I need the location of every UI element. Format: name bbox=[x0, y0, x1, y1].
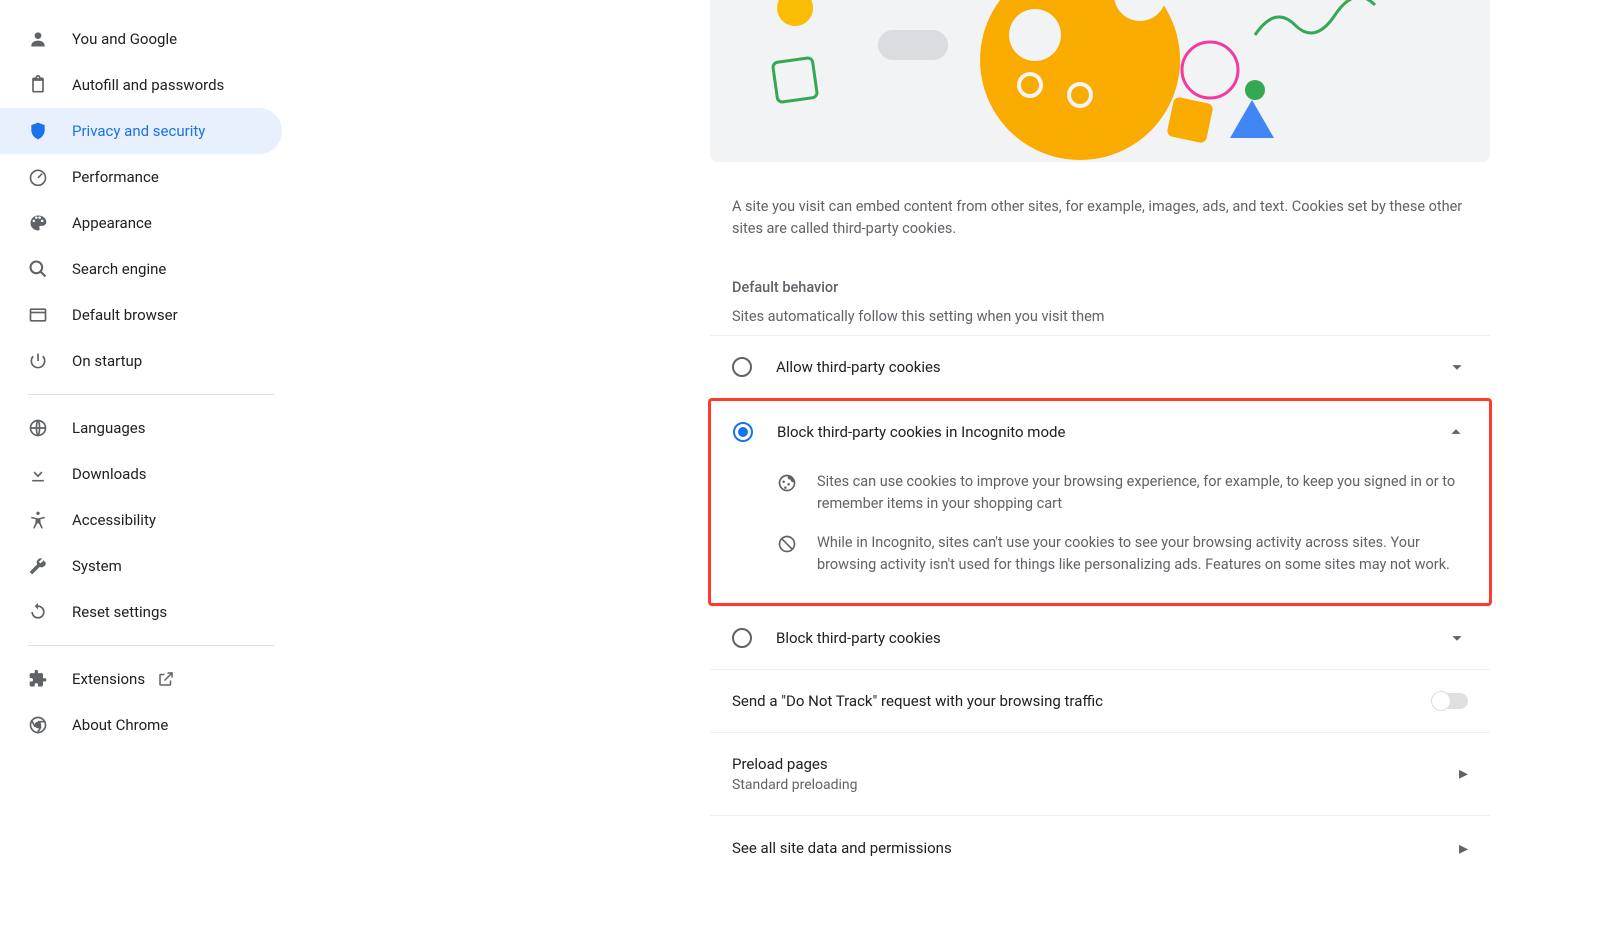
setting-preload-pages[interactable]: Preload pages Standard preloading ▸ bbox=[710, 732, 1490, 815]
radio-checked-icon bbox=[733, 422, 753, 442]
sidebar-item-search-engine[interactable]: Search engine bbox=[0, 246, 282, 292]
detail-text: Sites can use cookies to improve your br… bbox=[817, 471, 1467, 516]
sidebar-item-downloads[interactable]: Downloads bbox=[0, 451, 282, 497]
shield-icon bbox=[28, 121, 48, 141]
sidebar-item-appearance[interactable]: Appearance bbox=[0, 200, 282, 246]
detail-item-block: While in Incognito, sites can't use your… bbox=[777, 524, 1467, 585]
radio-label: Block third-party cookies bbox=[776, 629, 1446, 647]
arrow-right-icon: ▸ bbox=[1459, 838, 1468, 859]
sidebar-item-system[interactable]: System bbox=[0, 543, 282, 589]
sidebar-item-reset[interactable]: Reset settings bbox=[0, 589, 282, 635]
chrome-icon bbox=[28, 715, 48, 735]
radio-unchecked-icon bbox=[732, 628, 752, 648]
browser-window-icon bbox=[28, 305, 48, 325]
sidebar-item-privacy[interactable]: Privacy and security bbox=[0, 108, 282, 154]
sidebar-item-autofill[interactable]: Autofill and passwords bbox=[0, 62, 282, 108]
sidebar-divider bbox=[28, 394, 274, 395]
setting-all-site-data[interactable]: See all site data and permissions ▸ bbox=[710, 815, 1490, 881]
settings-content: A site you visit can embed content from … bbox=[710, 0, 1490, 934]
clipboard-icon bbox=[28, 75, 48, 95]
default-behavior-heading: Default behavior bbox=[710, 241, 1490, 296]
sidebar-item-accessibility[interactable]: Accessibility bbox=[0, 497, 282, 543]
sidebar-item-languages[interactable]: Languages bbox=[0, 405, 282, 451]
download-icon bbox=[28, 464, 48, 484]
reset-icon bbox=[28, 602, 48, 622]
option-allow-third-party[interactable]: Allow third-party cookies bbox=[710, 335, 1490, 398]
speedometer-icon bbox=[28, 167, 48, 187]
open-in-new-icon bbox=[157, 670, 175, 688]
toggle-off[interactable] bbox=[1432, 693, 1468, 709]
sidebar-label: Privacy and security bbox=[72, 122, 205, 140]
sidebar-item-you-and-google[interactable]: You and Google bbox=[0, 16, 282, 62]
sidebar-label: Reset settings bbox=[72, 603, 167, 621]
chevron-down-icon bbox=[1446, 627, 1468, 649]
radio-label: Allow third-party cookies bbox=[776, 358, 1446, 376]
sidebar-item-extensions[interactable]: Extensions bbox=[0, 656, 282, 702]
detail-text: While in Incognito, sites can't use your… bbox=[817, 532, 1467, 577]
detail-item-cookie: Sites can use cookies to improve your br… bbox=[777, 463, 1467, 524]
sidebar-divider bbox=[28, 645, 274, 646]
setting-title: See all site data and permissions bbox=[732, 839, 1459, 857]
sidebar-label: About Chrome bbox=[72, 716, 168, 734]
sidebar-label: Default browser bbox=[72, 306, 178, 324]
sidebar-label: Accessibility bbox=[72, 511, 156, 529]
power-icon bbox=[28, 351, 48, 371]
incognito-detail-list: Sites can use cookies to improve your br… bbox=[711, 463, 1489, 603]
extension-icon bbox=[28, 669, 48, 689]
sidebar-label: Extensions bbox=[72, 670, 145, 688]
wrench-icon bbox=[28, 556, 48, 576]
settings-sidebar: You and Google Autofill and passwords Pr… bbox=[0, 0, 290, 934]
setting-subtitle: Standard preloading bbox=[732, 777, 1459, 793]
search-icon bbox=[28, 259, 48, 279]
person-icon bbox=[28, 29, 48, 49]
sidebar-label: Languages bbox=[72, 419, 146, 437]
block-icon bbox=[777, 534, 797, 554]
sidebar-label: On startup bbox=[72, 352, 142, 370]
radio-label: Block third-party cookies in Incognito m… bbox=[777, 423, 1445, 441]
intro-text: A site you visit can embed content from … bbox=[710, 162, 1490, 241]
palette-icon bbox=[28, 213, 48, 233]
option-block-incognito[interactable]: Block third-party cookies in Incognito m… bbox=[711, 401, 1489, 463]
sidebar-label: Appearance bbox=[72, 214, 152, 232]
cookie-icon bbox=[777, 473, 797, 493]
sidebar-item-performance[interactable]: Performance bbox=[0, 154, 282, 200]
highlighted-option-box: Block third-party cookies in Incognito m… bbox=[708, 398, 1492, 606]
sidebar-label: Downloads bbox=[72, 465, 147, 483]
setting-title: Send a "Do Not Track" request with your … bbox=[732, 692, 1432, 710]
sidebar-label: Autofill and passwords bbox=[72, 76, 224, 94]
arrow-right-icon: ▸ bbox=[1459, 763, 1468, 784]
sidebar-label: Search engine bbox=[72, 260, 166, 278]
globe-icon bbox=[28, 418, 48, 438]
setting-title: Preload pages bbox=[732, 755, 1459, 773]
sidebar-item-default-browser[interactable]: Default browser bbox=[0, 292, 282, 338]
chevron-up-icon bbox=[1445, 421, 1467, 443]
sidebar-label: You and Google bbox=[72, 30, 177, 48]
chevron-down-icon bbox=[1446, 356, 1468, 378]
sidebar-item-on-startup[interactable]: On startup bbox=[0, 338, 282, 384]
option-block-third-party[interactable]: Block third-party cookies bbox=[710, 606, 1490, 669]
sidebar-label: Performance bbox=[72, 168, 159, 186]
accessibility-icon bbox=[28, 510, 48, 530]
default-behavior-sub: Sites automatically follow this setting … bbox=[710, 296, 1490, 335]
hero-illustration bbox=[710, 0, 1490, 162]
radio-unchecked-icon bbox=[732, 357, 752, 377]
sidebar-item-about-chrome[interactable]: About Chrome bbox=[0, 702, 282, 748]
setting-do-not-track[interactable]: Send a "Do Not Track" request with your … bbox=[710, 669, 1490, 732]
sidebar-label: System bbox=[72, 557, 122, 575]
